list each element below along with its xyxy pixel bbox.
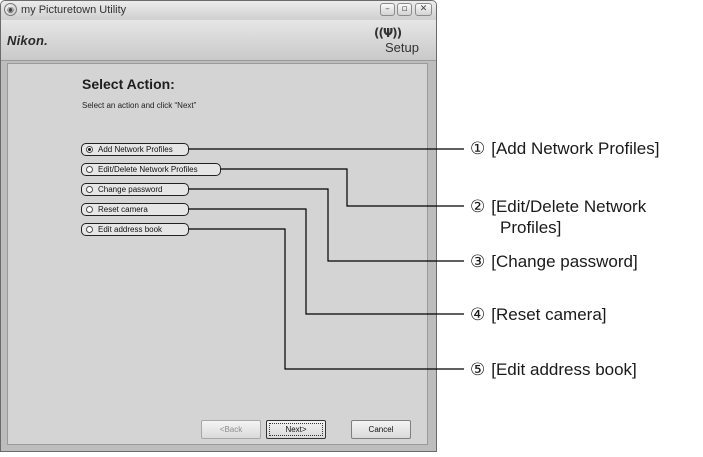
callout-number: ② — [470, 197, 486, 216]
callout-text: [Add Network Profiles] — [491, 139, 660, 158]
radio-button[interactable] — [86, 146, 93, 153]
callout-text: [Reset camera] — [491, 305, 607, 324]
callout-number: ③ — [470, 252, 486, 271]
camera-globe-icon: ◉ — [4, 3, 17, 16]
radio-button[interactable] — [86, 186, 93, 193]
option-label: Reset camera — [98, 205, 148, 214]
callout-5: ⑤ [Edit address book] — [470, 359, 637, 380]
back-button[interactable]: <Back — [201, 420, 261, 439]
callout-number: ④ — [470, 305, 486, 324]
minimize-button[interactable]: – — [380, 3, 395, 16]
option-label: Change password — [98, 185, 163, 194]
option-label: Edit address book — [98, 225, 163, 234]
callout-2: ② [Edit/Delete Network Profiles] — [470, 196, 646, 238]
callout-text-line2: Profiles] — [500, 218, 562, 237]
wireless-antenna-icon: ((Ψ)) — [374, 26, 402, 40]
app-window: ◉ my Picturetown Utility – ▫ ✕ Nikon. ((… — [0, 0, 437, 452]
focus-ring — [269, 423, 323, 436]
option-label: Add Network Profiles — [98, 145, 173, 154]
brand-header: Nikon. ((Ψ)) Setup — [1, 20, 436, 61]
nikon-logo: Nikon. — [7, 33, 48, 48]
callout-3: ③ [Change password] — [470, 251, 638, 272]
maximize-button[interactable]: ▫ — [397, 3, 412, 16]
option-change-password[interactable]: Change password — [81, 183, 189, 196]
callout-number: ⑤ — [470, 360, 486, 379]
setup-label: Setup — [385, 40, 419, 55]
option-add-network-profiles[interactable]: Add Network Profiles — [81, 143, 189, 156]
close-button[interactable]: ✕ — [415, 3, 432, 16]
callout-text: [Edit/Delete Network — [491, 197, 647, 216]
callout-number: ① — [470, 139, 486, 158]
cancel-button[interactable]: Cancel — [351, 420, 411, 439]
title-bar[interactable]: ◉ my Picturetown Utility – ▫ ✕ — [1, 1, 436, 20]
option-reset-camera[interactable]: Reset camera — [81, 203, 189, 216]
callout-1: ① [Add Network Profiles] — [470, 138, 659, 159]
callout-4: ④ [Reset camera] — [470, 304, 607, 325]
page-title: Select Action: — [82, 76, 175, 92]
radio-button[interactable] — [86, 166, 93, 173]
callout-text: [Change password] — [491, 252, 638, 271]
option-edit-address-book[interactable]: Edit address book — [81, 223, 189, 236]
window-title: my Picturetown Utility — [21, 4, 127, 16]
option-edit-delete-network-profiles[interactable]: Edit/Delete Network Profiles — [81, 163, 221, 176]
content-panel — [7, 63, 428, 445]
option-label: Edit/Delete Network Profiles — [98, 165, 198, 174]
instruction-text: Select an action and click “Next” — [82, 101, 197, 110]
next-button[interactable]: Next> — [266, 420, 326, 439]
radio-button[interactable] — [86, 206, 93, 213]
radio-button[interactable] — [86, 226, 93, 233]
callout-text: [Edit address book] — [491, 360, 637, 379]
